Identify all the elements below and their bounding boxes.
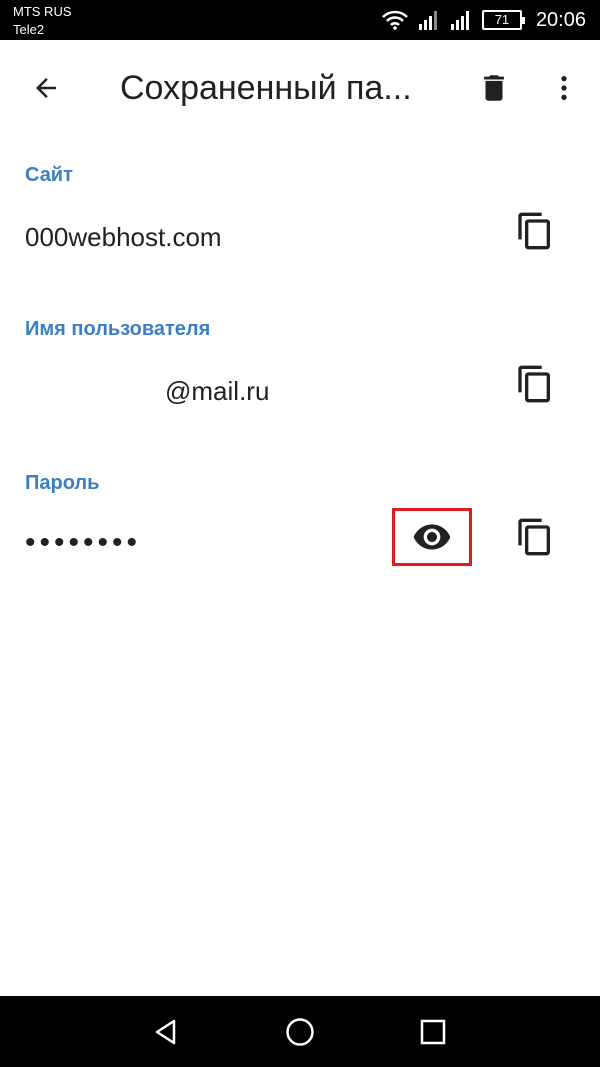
battery-icon: 71 bbox=[481, 10, 525, 30]
signal-icon bbox=[418, 10, 440, 30]
home-circle-icon bbox=[286, 1018, 314, 1046]
arrow-back-icon bbox=[36, 78, 56, 98]
copy-icon bbox=[518, 518, 550, 556]
delete-button[interactable] bbox=[468, 62, 520, 114]
more-vert-icon bbox=[561, 76, 567, 100]
username-label: Имя пользователя bbox=[25, 318, 211, 340]
status-bar: MTS RUS Tele2 71 20:06 bbox=[0, 0, 600, 40]
copy-icon bbox=[518, 365, 550, 403]
trash-icon bbox=[484, 75, 504, 101]
recents-square-icon bbox=[420, 1019, 446, 1045]
clock: 20:06 bbox=[535, 9, 586, 31]
copy-site-button[interactable] bbox=[508, 204, 562, 258]
username-value: @mail.ru bbox=[165, 376, 270, 406]
password-label: Пароль bbox=[25, 472, 100, 494]
app-bar: Сохраненный па... bbox=[0, 40, 600, 136]
nav-recents-button[interactable] bbox=[409, 1008, 457, 1056]
copy-icon bbox=[518, 212, 550, 250]
status-icons: 71 20:06 bbox=[382, 8, 586, 32]
back-triangle-icon bbox=[155, 1019, 176, 1045]
show-password-button[interactable] bbox=[392, 508, 472, 566]
wifi-icon bbox=[382, 10, 408, 30]
copy-username-button[interactable] bbox=[508, 357, 562, 411]
site-value: 000webhost.com bbox=[25, 222, 222, 252]
password-value: •••••••• bbox=[25, 526, 142, 559]
carrier-secondary: Tele2 bbox=[13, 22, 45, 37]
signal-icon bbox=[450, 10, 472, 30]
more-options-button[interactable] bbox=[538, 62, 590, 114]
nav-home-button[interactable] bbox=[276, 1008, 324, 1056]
eye-icon bbox=[413, 524, 451, 550]
back-button[interactable] bbox=[20, 62, 72, 114]
carrier-primary: MTS RUS bbox=[13, 4, 72, 19]
navigation-bar bbox=[0, 996, 600, 1067]
copy-password-button[interactable] bbox=[508, 510, 562, 564]
page-title: Сохраненный па... bbox=[120, 69, 412, 107]
site-label: Сайт bbox=[25, 164, 73, 186]
nav-back-button[interactable] bbox=[142, 1008, 190, 1056]
